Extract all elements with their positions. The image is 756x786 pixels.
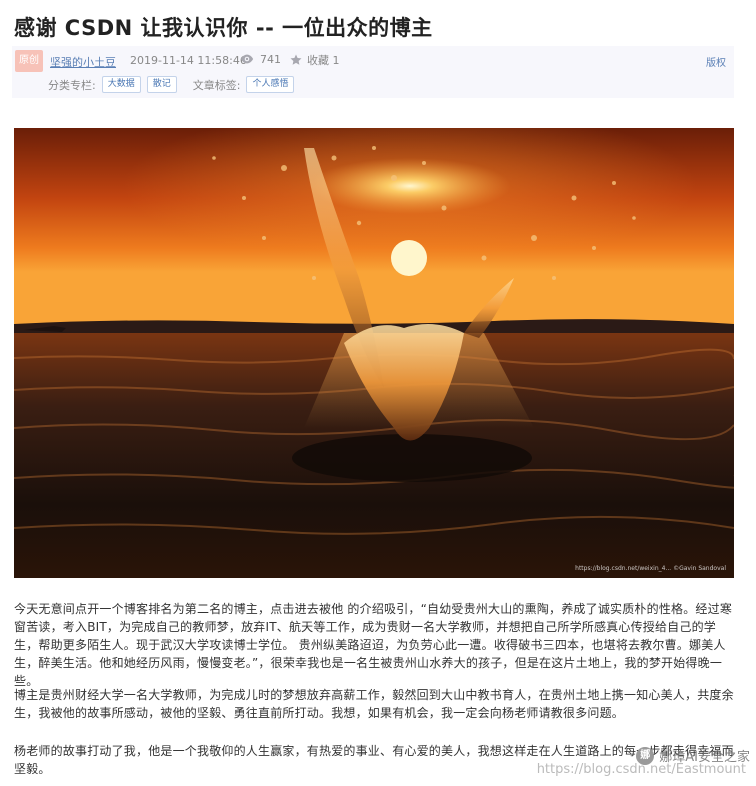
favorite-label: 收藏 1 xyxy=(307,54,340,67)
category-label: 分类专栏: xyxy=(48,78,96,92)
publish-date: 2019-11-14 11:58:46 xyxy=(130,54,247,67)
star-icon xyxy=(290,54,302,65)
article-title: 感谢 CSDN 让我认识你 -- 一位出众的博主 xyxy=(14,16,433,40)
eye-icon xyxy=(240,54,254,64)
view-count: 741 xyxy=(240,52,281,66)
csdn-url-watermark: https://blog.csdn.net/Eastmount xyxy=(536,762,746,777)
category-tag-row: 分类专栏: 大数据 散记 文章标签: 个人感悟 xyxy=(48,76,295,93)
tags-label: 文章标签: xyxy=(192,78,241,92)
original-badge: 原创 xyxy=(15,50,43,72)
image-watermark: https://blog.csdn.net/weixin_4... ©Gavin… xyxy=(575,565,726,572)
category-tag-bigdata[interactable]: 大数据 xyxy=(101,76,141,93)
copyright-link[interactable]: 版权 xyxy=(706,54,726,69)
body-paragraph-2: 博主是贵州财经大学一名大学教师，为完成儿时的梦想放弃高薪工作，毅然回到大山中教书… xyxy=(14,688,734,720)
view-count-value: 741 xyxy=(260,52,281,66)
author-link[interactable]: 坚强的小土豆 xyxy=(50,54,116,70)
article-meta-box: 原创 坚强的小土豆 2019-11-14 11:58:46 741 收藏 1 版… xyxy=(12,46,734,98)
article-tag[interactable]: 个人感悟 xyxy=(246,76,295,93)
category-tag-notes[interactable]: 散记 xyxy=(146,76,177,93)
body-paragraph-1: 今天无意间点开一个博客排名为第二名的博主，点击进去被他 的介绍吸引，“自幼受贵州… xyxy=(14,602,733,688)
sunset-splash-image xyxy=(14,128,734,578)
hero-image: https://blog.csdn.net/weixin_4... ©Gavin… xyxy=(14,128,734,578)
favorite-button[interactable]: 收藏 1 xyxy=(290,52,340,68)
